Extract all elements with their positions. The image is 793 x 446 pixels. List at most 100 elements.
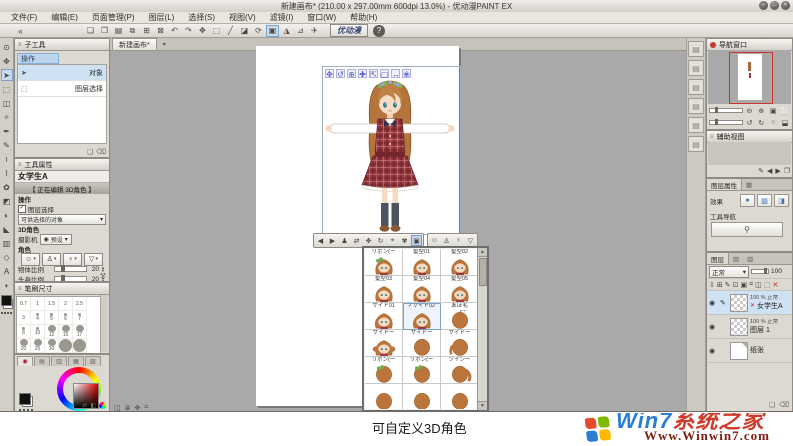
tool-nav-button[interactable]: ⚲ — [711, 222, 783, 237]
eraser-tool[interactable]: ◩ — [1, 195, 13, 207]
launcher-part-button-1[interactable]: ♙ — [441, 235, 452, 246]
brush-size-cell[interactable] — [73, 339, 87, 353]
menu-item-8[interactable]: 帮助(H) — [343, 12, 384, 24]
status-icon-0[interactable]: ◫ — [114, 404, 121, 412]
nav-zoom-icon-3[interactable]: ⬜ — [780, 106, 790, 115]
layers-footer-icon-0[interactable]: ❏ — [769, 401, 775, 409]
brush-size-cell[interactable]: 5 — [45, 311, 59, 325]
menu-item-6[interactable]: 滤镜(I) — [263, 12, 301, 24]
launcher-button-2[interactable]: ♟ — [339, 235, 350, 246]
fill-icon[interactable]: ◪ — [238, 25, 251, 37]
launcher-part-button-3[interactable]: ▽ — [465, 235, 476, 246]
hair-style-item-15[interactable] — [365, 384, 403, 409]
brush-size-cell[interactable]: 17 — [73, 325, 87, 339]
color-dot[interactable] — [7, 312, 9, 314]
material-tab-3[interactable]: ▤ — [688, 98, 704, 114]
tab-layer-icon-1[interactable]: ▧ — [729, 253, 743, 264]
navigator-view-frame[interactable] — [729, 52, 773, 104]
rainbow-icon[interactable] — [99, 402, 106, 409]
3d-manip-icon-4[interactable]: ⇱ — [369, 69, 378, 78]
figure-tool[interactable]: ◇ — [1, 251, 13, 263]
launcher-button-6[interactable]: ⌖ — [387, 235, 398, 246]
panel-menu-icon[interactable]: ≡ — [18, 286, 22, 292]
subtool-item-0[interactable]: ➤对象 — [18, 65, 106, 81]
undo-icon[interactable]: ↶ — [168, 25, 181, 37]
deselect-icon[interactable]: ✥ — [196, 25, 209, 37]
3d-manip-icon-2[interactable]: ⊕ — [347, 69, 356, 78]
hair-style-item-17[interactable] — [441, 384, 479, 409]
layer-cmd-icon-2[interactable]: ✎ — [725, 281, 731, 289]
menu-item-3[interactable]: 图层(L) — [142, 12, 182, 24]
launcher-button-7[interactable]: ✾ — [399, 235, 410, 246]
scroll-up-icon[interactable]: ▲ — [478, 248, 487, 257]
layer-select-checkbox-row[interactable]: ✓ 图层选择 — [15, 204, 109, 214]
advanced-settings-icon[interactable]: ⚒ — [100, 272, 106, 280]
brush-size-cell[interactable]: 2.5 — [73, 297, 87, 311]
layer-cmd-icon-7[interactable]: ⬚ — [764, 281, 771, 289]
panel-menu-icon[interactable]: ≡ — [710, 134, 714, 140]
material-tab-1[interactable]: ▤ — [688, 60, 704, 76]
brush-size-cell[interactable] — [59, 339, 73, 353]
nav-zoom-slider[interactable] — [709, 108, 743, 113]
hair-style-item-11[interactable]: サイドー — [441, 330, 479, 357]
hair-style-item-10[interactable]: サイドー — [403, 330, 441, 357]
new-window-icon[interactable]: ⧉ — [126, 25, 139, 37]
tab-layer-icon-2[interactable]: ▨ — [743, 253, 757, 264]
opacity-slider[interactable] — [751, 269, 769, 274]
subview-control-3[interactable]: ❐ — [784, 167, 790, 175]
eye-icon[interactable]: ◉ — [709, 347, 718, 355]
launcher-button-0[interactable]: ◀ — [315, 235, 326, 246]
blend-mode-dropdown[interactable]: 正常 ▾ — [709, 266, 749, 278]
nav-rotate-slider[interactable] — [709, 120, 743, 125]
nav-zoom-icon-2[interactable]: ▣ — [768, 106, 778, 115]
nav-rotate-icon-3[interactable]: ⬓ — [780, 118, 790, 127]
launcher-part-button-2[interactable]: ♀ — [453, 235, 464, 246]
tab-secondary-icon[interactable]: ▦ — [742, 179, 756, 190]
brush-size-cell[interactable]: 1.5 — [45, 297, 59, 311]
nav-rotate-icon-2[interactable]: ○ — [768, 118, 778, 127]
color-dot[interactable] — [1, 312, 3, 314]
layer-cmd-red-icon[interactable]: ✕ — [772, 281, 778, 289]
balloon-tool[interactable]: ◗ — [1, 279, 13, 291]
redo-icon[interactable]: ↷ — [182, 25, 195, 37]
character-part-dropdown-3[interactable]: ▽▾ — [84, 253, 103, 266]
menu-item-2[interactable]: 页面管理(P) — [85, 12, 142, 24]
tab-menu-arrow-icon[interactable]: ▾ — [163, 41, 166, 48]
delete-subtool-icon[interactable]: ⌫ — [96, 148, 106, 156]
open-file-icon[interactable]: ❐ — [98, 25, 111, 37]
default-colors-icon[interactable]: ◧ — [90, 402, 96, 409]
color-tab-3[interactable]: ▦ — [68, 356, 84, 366]
snap-grid-icon[interactable]: ⊿ — [294, 25, 307, 37]
maximize-button[interactable]: □ — [770, 1, 779, 10]
add-subtool-icon[interactable]: ❏ — [87, 148, 93, 156]
layer-cmd-icon-6[interactable]: ◫ — [755, 281, 762, 289]
status-icon-1[interactable]: ≣ — [125, 404, 131, 412]
menu-item-5[interactable]: 视图(V) — [222, 12, 263, 24]
select-layer-tool[interactable]: ⬚ — [1, 83, 13, 95]
panel-menu-icon[interactable]: ≡ — [18, 42, 22, 48]
subview-control-2[interactable]: ▶ — [775, 167, 780, 175]
layer-cmd-icon-0[interactable]: ⇩ — [709, 281, 715, 289]
foreground-background-swatch[interactable] — [19, 393, 33, 407]
swap-colors-icon[interactable]: ⇄ — [82, 402, 87, 409]
3d-manip-icon-1[interactable]: ↺ — [336, 69, 345, 78]
brush-size-cell[interactable]: 25 — [31, 339, 45, 353]
brush-size-cell[interactable]: 8 — [17, 325, 31, 339]
layer-cmd-icon-3[interactable]: ⊡ — [733, 281, 739, 289]
camera-preset-button[interactable]: ◉ 预设 ▾ — [40, 234, 72, 245]
subtool-panel-header[interactable]: ≡ 子工具 — [15, 39, 109, 51]
brush-size-cell[interactable]: 20 — [17, 339, 31, 353]
color-dot[interactable] — [27, 409, 29, 411]
3d-manip-icon-7[interactable]: ❀ — [402, 69, 411, 78]
subtool-group-tab[interactable]: 操作 — [17, 53, 59, 64]
brush-size-scrollbar[interactable] — [100, 295, 108, 352]
layer-row-1[interactable]: ◉100 % 正常图层 1 — [707, 315, 792, 339]
eye-icon[interactable]: ◉ — [709, 323, 718, 331]
brush-size-cell[interactable]: 12 — [45, 325, 59, 339]
hair-style-item-13[interactable]: リボン(ー — [403, 357, 441, 384]
launcher-part-button-0[interactable]: ☺ — [429, 235, 440, 246]
brush-size-header[interactable]: ≡ 笔刷尺寸 — [15, 283, 109, 295]
hair-style-item-9[interactable]: サイドー — [365, 330, 403, 357]
brush-size-cell[interactable]: 10 — [31, 325, 45, 339]
layer-cmd-icon-1[interactable]: ⊞ — [717, 281, 723, 289]
